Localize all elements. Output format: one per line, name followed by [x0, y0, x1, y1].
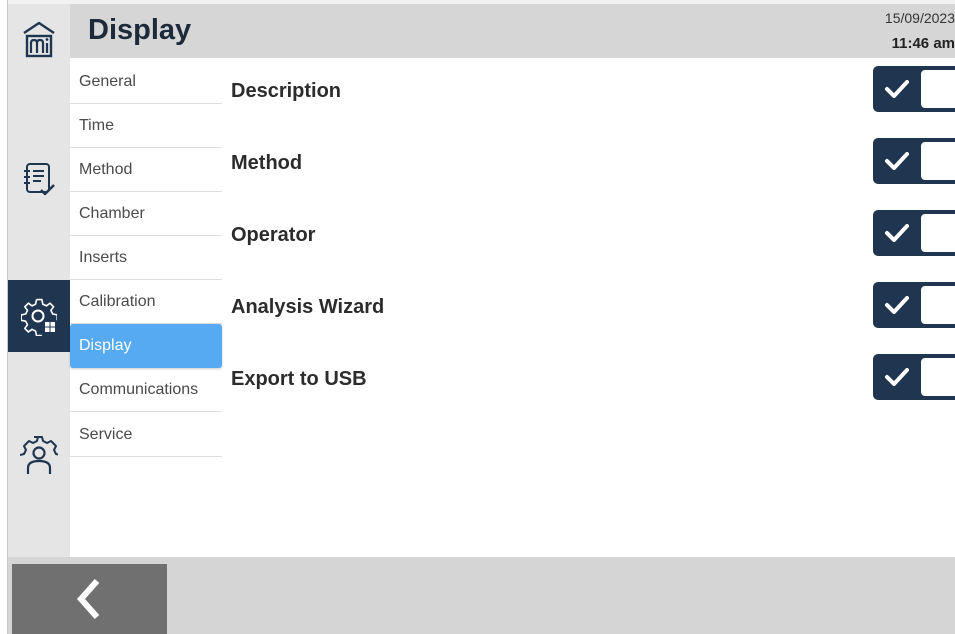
settings-submenu: General Time Method Chamber Inserts Cali…: [70, 58, 222, 557]
submenu-item-chamber[interactable]: Chamber: [70, 192, 222, 236]
setting-label-method: Method: [231, 152, 303, 174]
toggle-knob: [921, 214, 955, 252]
time-display: 11:46 am: [891, 35, 955, 52]
submenu-item-service[interactable]: Service: [70, 413, 222, 457]
chevron-left-icon: [76, 579, 99, 619]
submenu-item-method[interactable]: Method: [70, 148, 222, 192]
user-gear-icon: [20, 436, 58, 474]
toggle-operator[interactable]: [873, 210, 955, 256]
toggle-knob: [921, 286, 955, 324]
settings-gear-icon: [21, 298, 57, 336]
page-title: Display: [88, 14, 192, 46]
submenu-item-general[interactable]: General: [70, 60, 222, 104]
footer-bar: [8, 557, 955, 634]
nav-service-user-button[interactable]: [8, 424, 70, 486]
checkmark-icon: [885, 80, 909, 98]
method-checklist-icon: [24, 163, 55, 196]
toggle-export-to-usb[interactable]: [873, 354, 955, 400]
nav-home-button[interactable]: [8, 12, 70, 68]
setting-label-export-to-usb: Export to USB: [231, 368, 367, 390]
nav-rail: [8, 4, 70, 557]
back-button[interactable]: [12, 564, 167, 634]
submenu-item-communications[interactable]: Communications: [70, 368, 222, 412]
setting-label-operator: Operator: [231, 224, 316, 246]
checkmark-icon: [885, 368, 909, 386]
setting-label-analysis-wizard: Analysis Wizard: [231, 296, 385, 318]
toggle-knob: [921, 358, 955, 396]
page-header: Display 15/09/2023 11:46 am: [70, 4, 955, 58]
home-building-icon: [23, 21, 55, 58]
toggle-method[interactable]: [873, 138, 955, 184]
toggle-analysis-wizard[interactable]: [873, 282, 955, 328]
submenu-item-calibration[interactable]: Calibration: [70, 280, 222, 324]
nav-settings-button[interactable]: [8, 280, 70, 352]
nav-method-button[interactable]: [8, 149, 70, 211]
toggle-description[interactable]: [873, 66, 955, 112]
checkmark-icon: [885, 224, 909, 242]
submenu-item-inserts[interactable]: Inserts: [70, 236, 222, 280]
date-display: 15/09/2023: [884, 10, 955, 26]
submenu-item-display[interactable]: Display: [70, 324, 222, 368]
checkmark-icon: [885, 152, 909, 170]
window-left-edge: [0, 0, 8, 634]
setting-label-description: Description: [231, 80, 342, 102]
display-settings-panel: Description Method Operator Analysis Wiz…: [222, 58, 955, 557]
toggle-knob: [921, 70, 955, 108]
checkmark-icon: [885, 296, 909, 314]
submenu-item-time[interactable]: Time: [70, 104, 222, 148]
toggle-knob: [921, 142, 955, 180]
